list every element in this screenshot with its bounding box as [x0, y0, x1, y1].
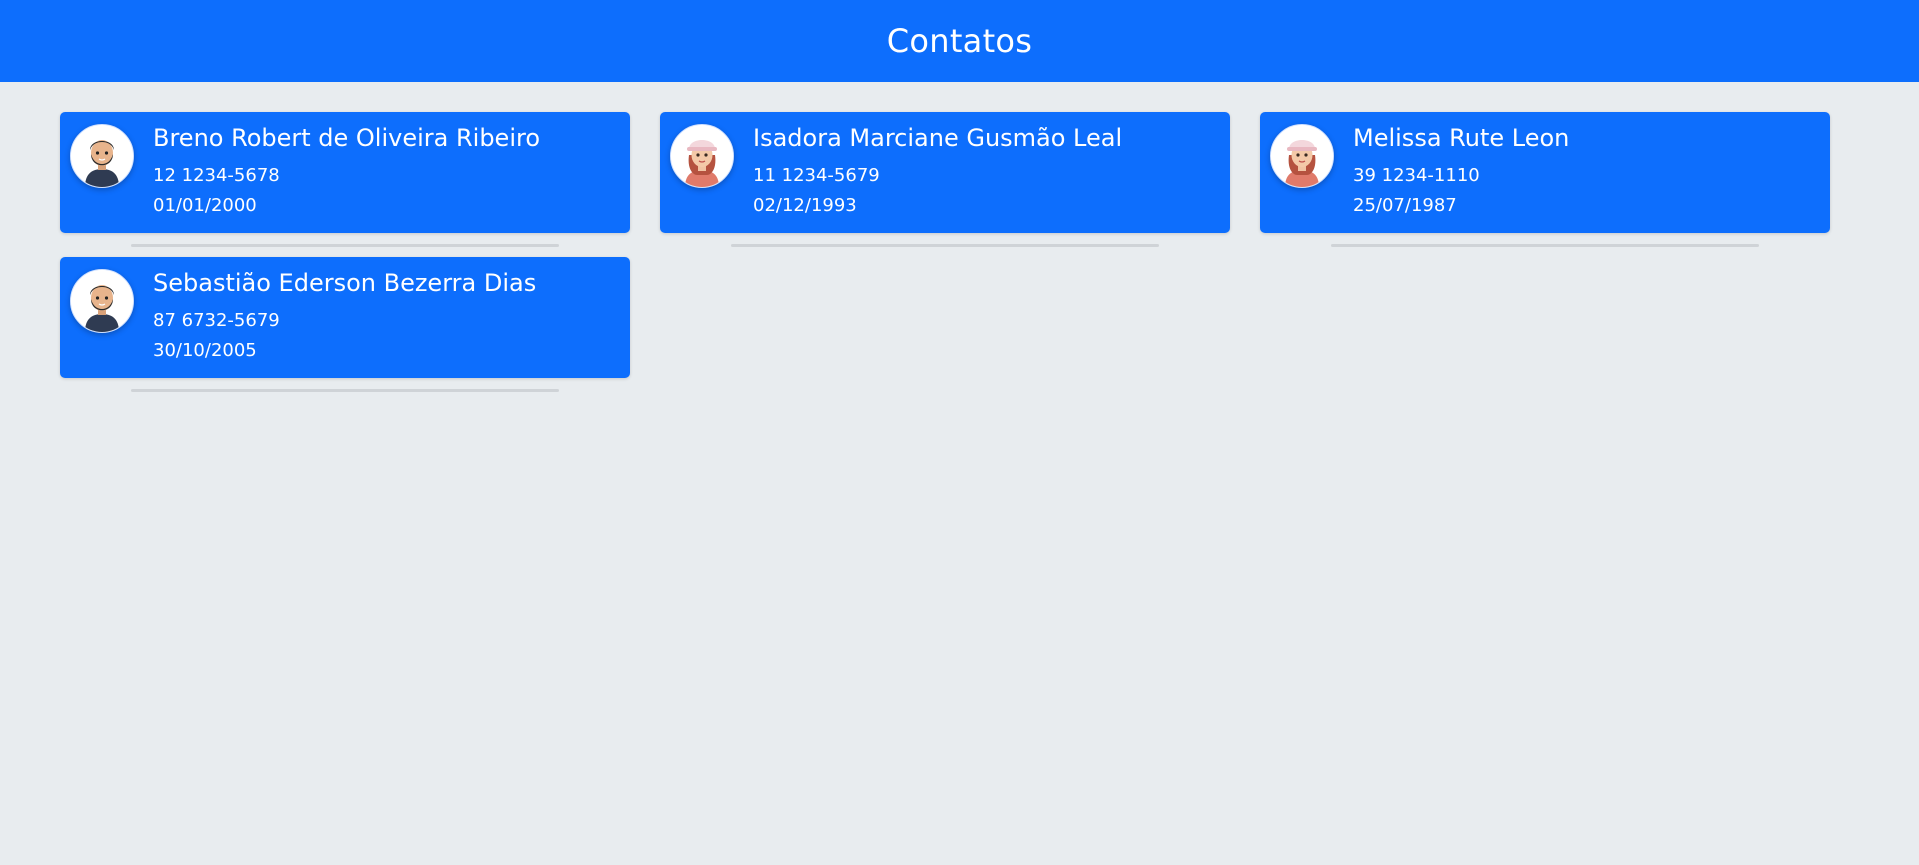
page-title: Contatos: [886, 22, 1033, 60]
contact-item: Sebastião Ederson Bezerra Dias 87 6732-5…: [60, 257, 630, 392]
contact-name: Isadora Marciane Gusmão Leal: [753, 124, 1123, 152]
male-avatar-icon: [70, 124, 134, 188]
contact-card[interactable]: Melissa Rute Leon 39 1234-1110 25/07/198…: [1260, 112, 1830, 233]
female-avatar-icon: [670, 124, 734, 188]
contact-birthdate: 02/12/1993: [753, 195, 857, 216]
divider: [1331, 244, 1759, 247]
contact-card[interactable]: Sebastião Ederson Bezerra Dias 87 6732-5…: [60, 257, 630, 378]
contact-item: Isadora Marciane Gusmão Leal 11 1234-567…: [660, 112, 1230, 247]
contact-name: Melissa Rute Leon: [1353, 124, 1570, 152]
contact-card[interactable]: Isadora Marciane Gusmão Leal 11 1234-567…: [660, 112, 1230, 233]
contact-phone: 87 6732-5679: [153, 310, 280, 331]
divider: [131, 244, 559, 247]
contact-birthdate: 30/10/2005: [153, 340, 257, 361]
divider: [731, 244, 1159, 247]
app-header: Contatos: [0, 0, 1919, 82]
female-avatar-icon: [1270, 124, 1334, 188]
contact-item: Breno Robert de Oliveira Ribeiro 12 1234…: [60, 112, 630, 247]
contact-name: Sebastião Ederson Bezerra Dias: [153, 269, 537, 297]
contact-phone: 39 1234-1110: [1353, 165, 1480, 186]
contact-birthdate: 01/01/2000: [153, 195, 257, 216]
contact-phone: 12 1234-5678: [153, 165, 280, 186]
divider: [131, 389, 559, 392]
contact-list: Breno Robert de Oliveira Ribeiro 12 1234…: [60, 112, 1860, 392]
contact-name: Breno Robert de Oliveira Ribeiro: [153, 124, 541, 152]
contact-card[interactable]: Breno Robert de Oliveira Ribeiro 12 1234…: [60, 112, 630, 233]
male-avatar-icon: [70, 269, 134, 333]
contact-birthdate: 25/07/1987: [1353, 195, 1457, 216]
contact-phone: 11 1234-5679: [753, 165, 880, 186]
contact-item: Melissa Rute Leon 39 1234-1110 25/07/198…: [1260, 112, 1830, 247]
